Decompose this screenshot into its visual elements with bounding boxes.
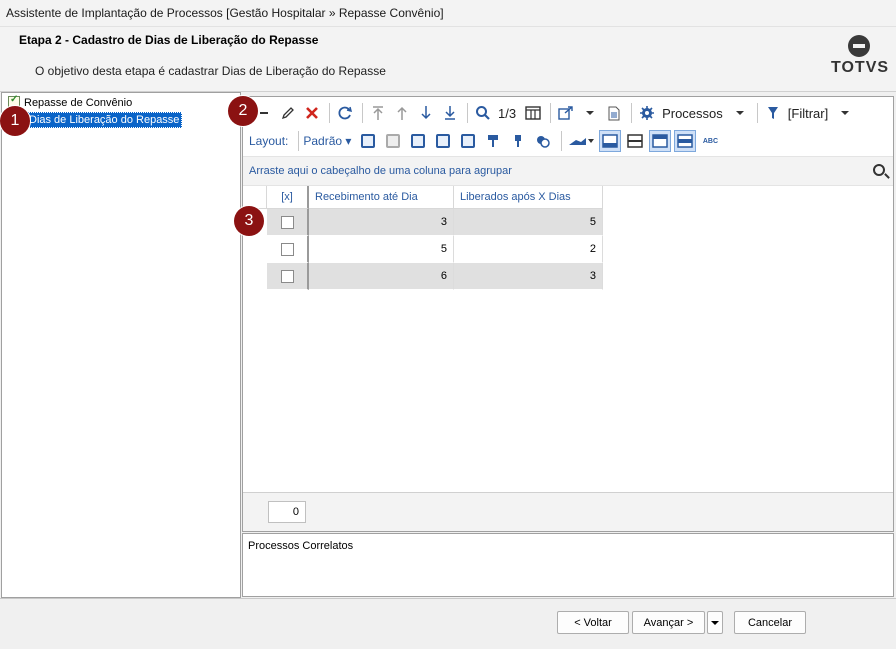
back-button[interactable]: < Voltar — [557, 611, 629, 634]
layout-label: Layout: — [249, 134, 289, 148]
layout-view-1-icon[interactable] — [599, 130, 622, 152]
refresh-icon[interactable] — [334, 102, 356, 124]
first-record-icon[interactable] — [367, 102, 389, 124]
search-icon[interactable] — [873, 164, 885, 176]
table-row[interactable]: 5 2 — [267, 236, 603, 263]
tree-root-label: Repasse de Convênio — [24, 96, 133, 109]
callout-badge-1: 1 — [0, 106, 30, 136]
previous-record-icon[interactable] — [391, 102, 413, 124]
step-description: O objetivo desta etapa é cadastrar Dias … — [35, 64, 386, 78]
row-checkbox[interactable] — [280, 215, 294, 229]
toolbar-separator — [467, 103, 468, 123]
liberados-cell[interactable]: 5 — [454, 209, 603, 236]
export-dropdown-icon[interactable] — [579, 102, 601, 124]
search-icon[interactable] — [472, 102, 494, 124]
data-grid: [x] Recebimento até Dia Liberados após X… — [243, 186, 603, 290]
step-tree: Repasse de Convênio Dias de Liberação do… — [1, 92, 241, 598]
toolbar-separator — [298, 131, 300, 151]
row-checkbox[interactable] — [280, 242, 294, 256]
row-checkbox[interactable] — [280, 269, 294, 283]
toolbar-separator — [362, 103, 363, 123]
column-header-recebimento[interactable]: Recebimento até Dia — [309, 186, 454, 209]
table-row[interactable]: 3 5 — [267, 209, 603, 236]
row-select-cell — [267, 263, 309, 290]
related-processes-label: Processos Correlatos — [248, 540, 354, 552]
wizard-header: Etapa 2 - Cadastro de Dias de Liberação … — [0, 27, 896, 91]
column-header-select[interactable]: [x] — [267, 186, 309, 209]
toolbar-separator — [631, 103, 633, 123]
last-record-icon[interactable] — [439, 102, 461, 124]
step-title: Etapa 2 - Cadastro de Dias de Liberação … — [19, 33, 319, 47]
layout-view-2-icon[interactable] — [624, 130, 646, 152]
grid-toolbar: 1/3 Processos [Filtrar] — [243, 100, 893, 126]
table-row[interactable]: 6 3 — [267, 263, 603, 290]
export-icon[interactable] — [555, 102, 577, 124]
layout-view-3-icon[interactable] — [649, 130, 672, 152]
gear-icon[interactable] — [636, 102, 658, 124]
tree-item-repasse-convenio[interactable]: Repasse de Convênio — [8, 94, 133, 109]
export-layout-icon[interactable] — [457, 130, 479, 152]
toolbar-separator — [329, 103, 330, 123]
record-counter: 1/3 — [498, 105, 517, 121]
liberados-cell[interactable]: 2 — [454, 236, 603, 263]
toolbar-separator — [550, 103, 552, 123]
totvs-logo: TOTVS — [831, 35, 890, 77]
totvs-mark-icon — [848, 35, 870, 57]
columns-icon[interactable] — [522, 102, 544, 124]
chevron-down-icon — [711, 620, 719, 625]
report-icon[interactable] — [603, 102, 625, 124]
layout-toolbar: Layout: Padrão ▾ ABC — [243, 128, 893, 154]
tree-item-dias-liberacao[interactable]: Dias de Liberação do Repasse — [26, 112, 183, 128]
next-button[interactable]: Avançar > — [632, 611, 705, 634]
chevron-down-icon: ▾ — [345, 134, 352, 148]
import-layout-icon[interactable] — [432, 130, 454, 152]
related-processes-panel: Processos Correlatos — [242, 533, 894, 597]
delete-icon[interactable] — [301, 102, 323, 124]
main-panel: 1/3 Processos [Filtrar] Layout: Padrão ▾… — [242, 96, 894, 532]
recebimento-cell[interactable]: 6 — [309, 263, 454, 290]
callout-badge-3: 3 — [234, 206, 264, 236]
remove-layout-icon[interactable] — [382, 130, 404, 152]
layout-selected-value: Padrão — [303, 134, 343, 148]
layout-select[interactable]: Padrão ▾ — [303, 134, 351, 148]
filter-icon[interactable] — [762, 102, 784, 124]
column-header-liberados[interactable]: Liberados após X Dias — [454, 186, 603, 209]
footer-count: 0 — [268, 501, 306, 523]
toolbar-separator — [756, 103, 758, 123]
group-hint: Arraste aqui o cabeçalho de uma coluna p… — [249, 165, 512, 177]
chart-icon[interactable] — [566, 130, 596, 152]
abc-icon[interactable]: ABC — [699, 130, 721, 152]
processos-dropdown-icon[interactable] — [729, 102, 751, 124]
pin-icon[interactable] — [507, 130, 529, 152]
group-panel[interactable]: Arraste aqui o cabeçalho de uma coluna p… — [243, 156, 893, 186]
logo-text: TOTVS — [831, 59, 890, 76]
filtrar-menu[interactable]: [Filtrar] — [788, 106, 828, 121]
paint-icon[interactable] — [482, 130, 504, 152]
add-layout-icon[interactable] — [357, 130, 379, 152]
edit-icon[interactable] — [277, 102, 299, 124]
row-select-cell — [267, 236, 309, 263]
toolbar-separator — [561, 131, 563, 151]
save-layout-icon[interactable] — [407, 130, 429, 152]
processos-menu[interactable]: Processos — [662, 106, 723, 121]
footer-divider — [0, 598, 896, 599]
next-dropdown-button[interactable] — [707, 611, 723, 634]
window-title: Assistente de Implantação de Processos [… — [0, 0, 896, 27]
row-select-cell — [267, 209, 309, 236]
filtrar-dropdown-icon[interactable] — [834, 102, 856, 124]
cancel-button[interactable]: Cancelar — [734, 611, 806, 634]
recebimento-cell[interactable]: 5 — [309, 236, 454, 263]
grid-footer: 0 — [243, 492, 893, 531]
next-record-icon[interactable] — [415, 102, 437, 124]
shapes-icon[interactable] — [532, 130, 554, 152]
layout-view-4-icon[interactable] — [674, 130, 697, 152]
liberados-cell[interactable]: 3 — [454, 263, 603, 290]
grid-header: [x] Recebimento até Dia Liberados após X… — [267, 186, 603, 209]
callout-badge-2: 2 — [228, 96, 258, 126]
recebimento-cell[interactable]: 3 — [309, 209, 454, 236]
